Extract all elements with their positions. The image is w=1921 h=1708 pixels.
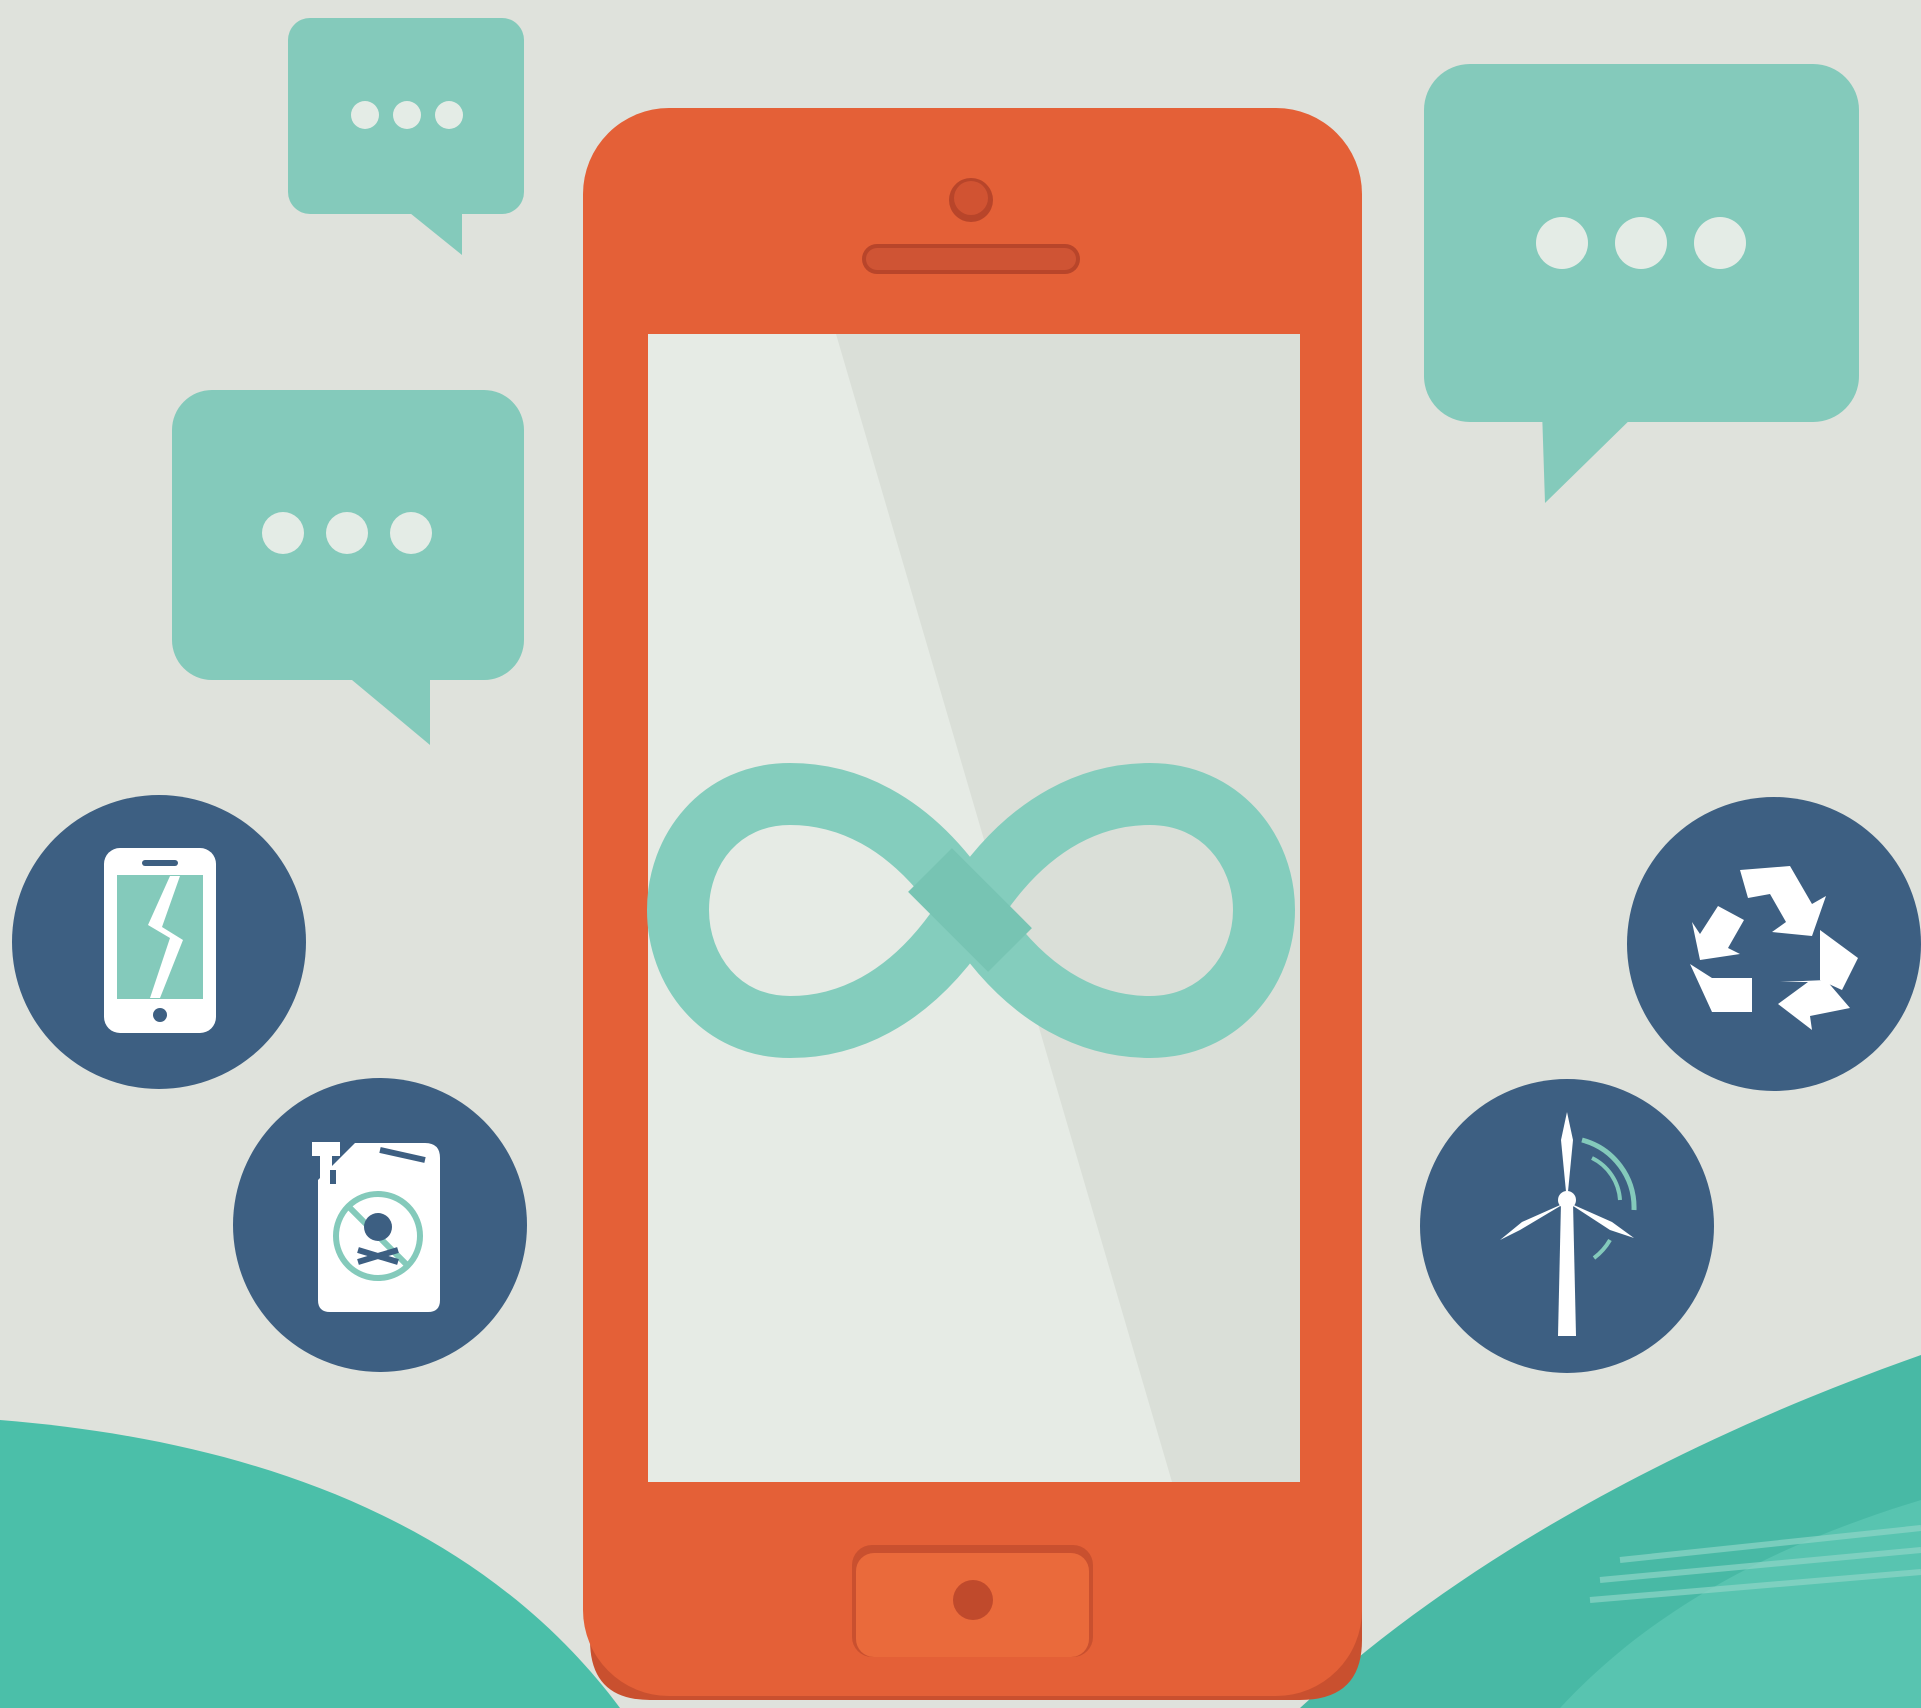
wind-turbine-badge (1420, 1079, 1714, 1373)
toxic-canister-badge (233, 1078, 527, 1372)
home-button[interactable] (852, 1545, 1093, 1657)
smartphone-icon (583, 108, 1362, 1700)
broken-phone-badge (12, 795, 306, 1089)
ellipsis-icon (351, 101, 463, 129)
broken-phone-icon (104, 848, 216, 1033)
ellipsis-icon (1536, 217, 1746, 269)
ellipsis-icon (262, 512, 432, 554)
illustration-canvas (0, 0, 1921, 1708)
recycle-badge (1627, 797, 1921, 1091)
toxic-canister-icon (312, 1142, 440, 1312)
eco-phone-illustration (0, 0, 1921, 1708)
